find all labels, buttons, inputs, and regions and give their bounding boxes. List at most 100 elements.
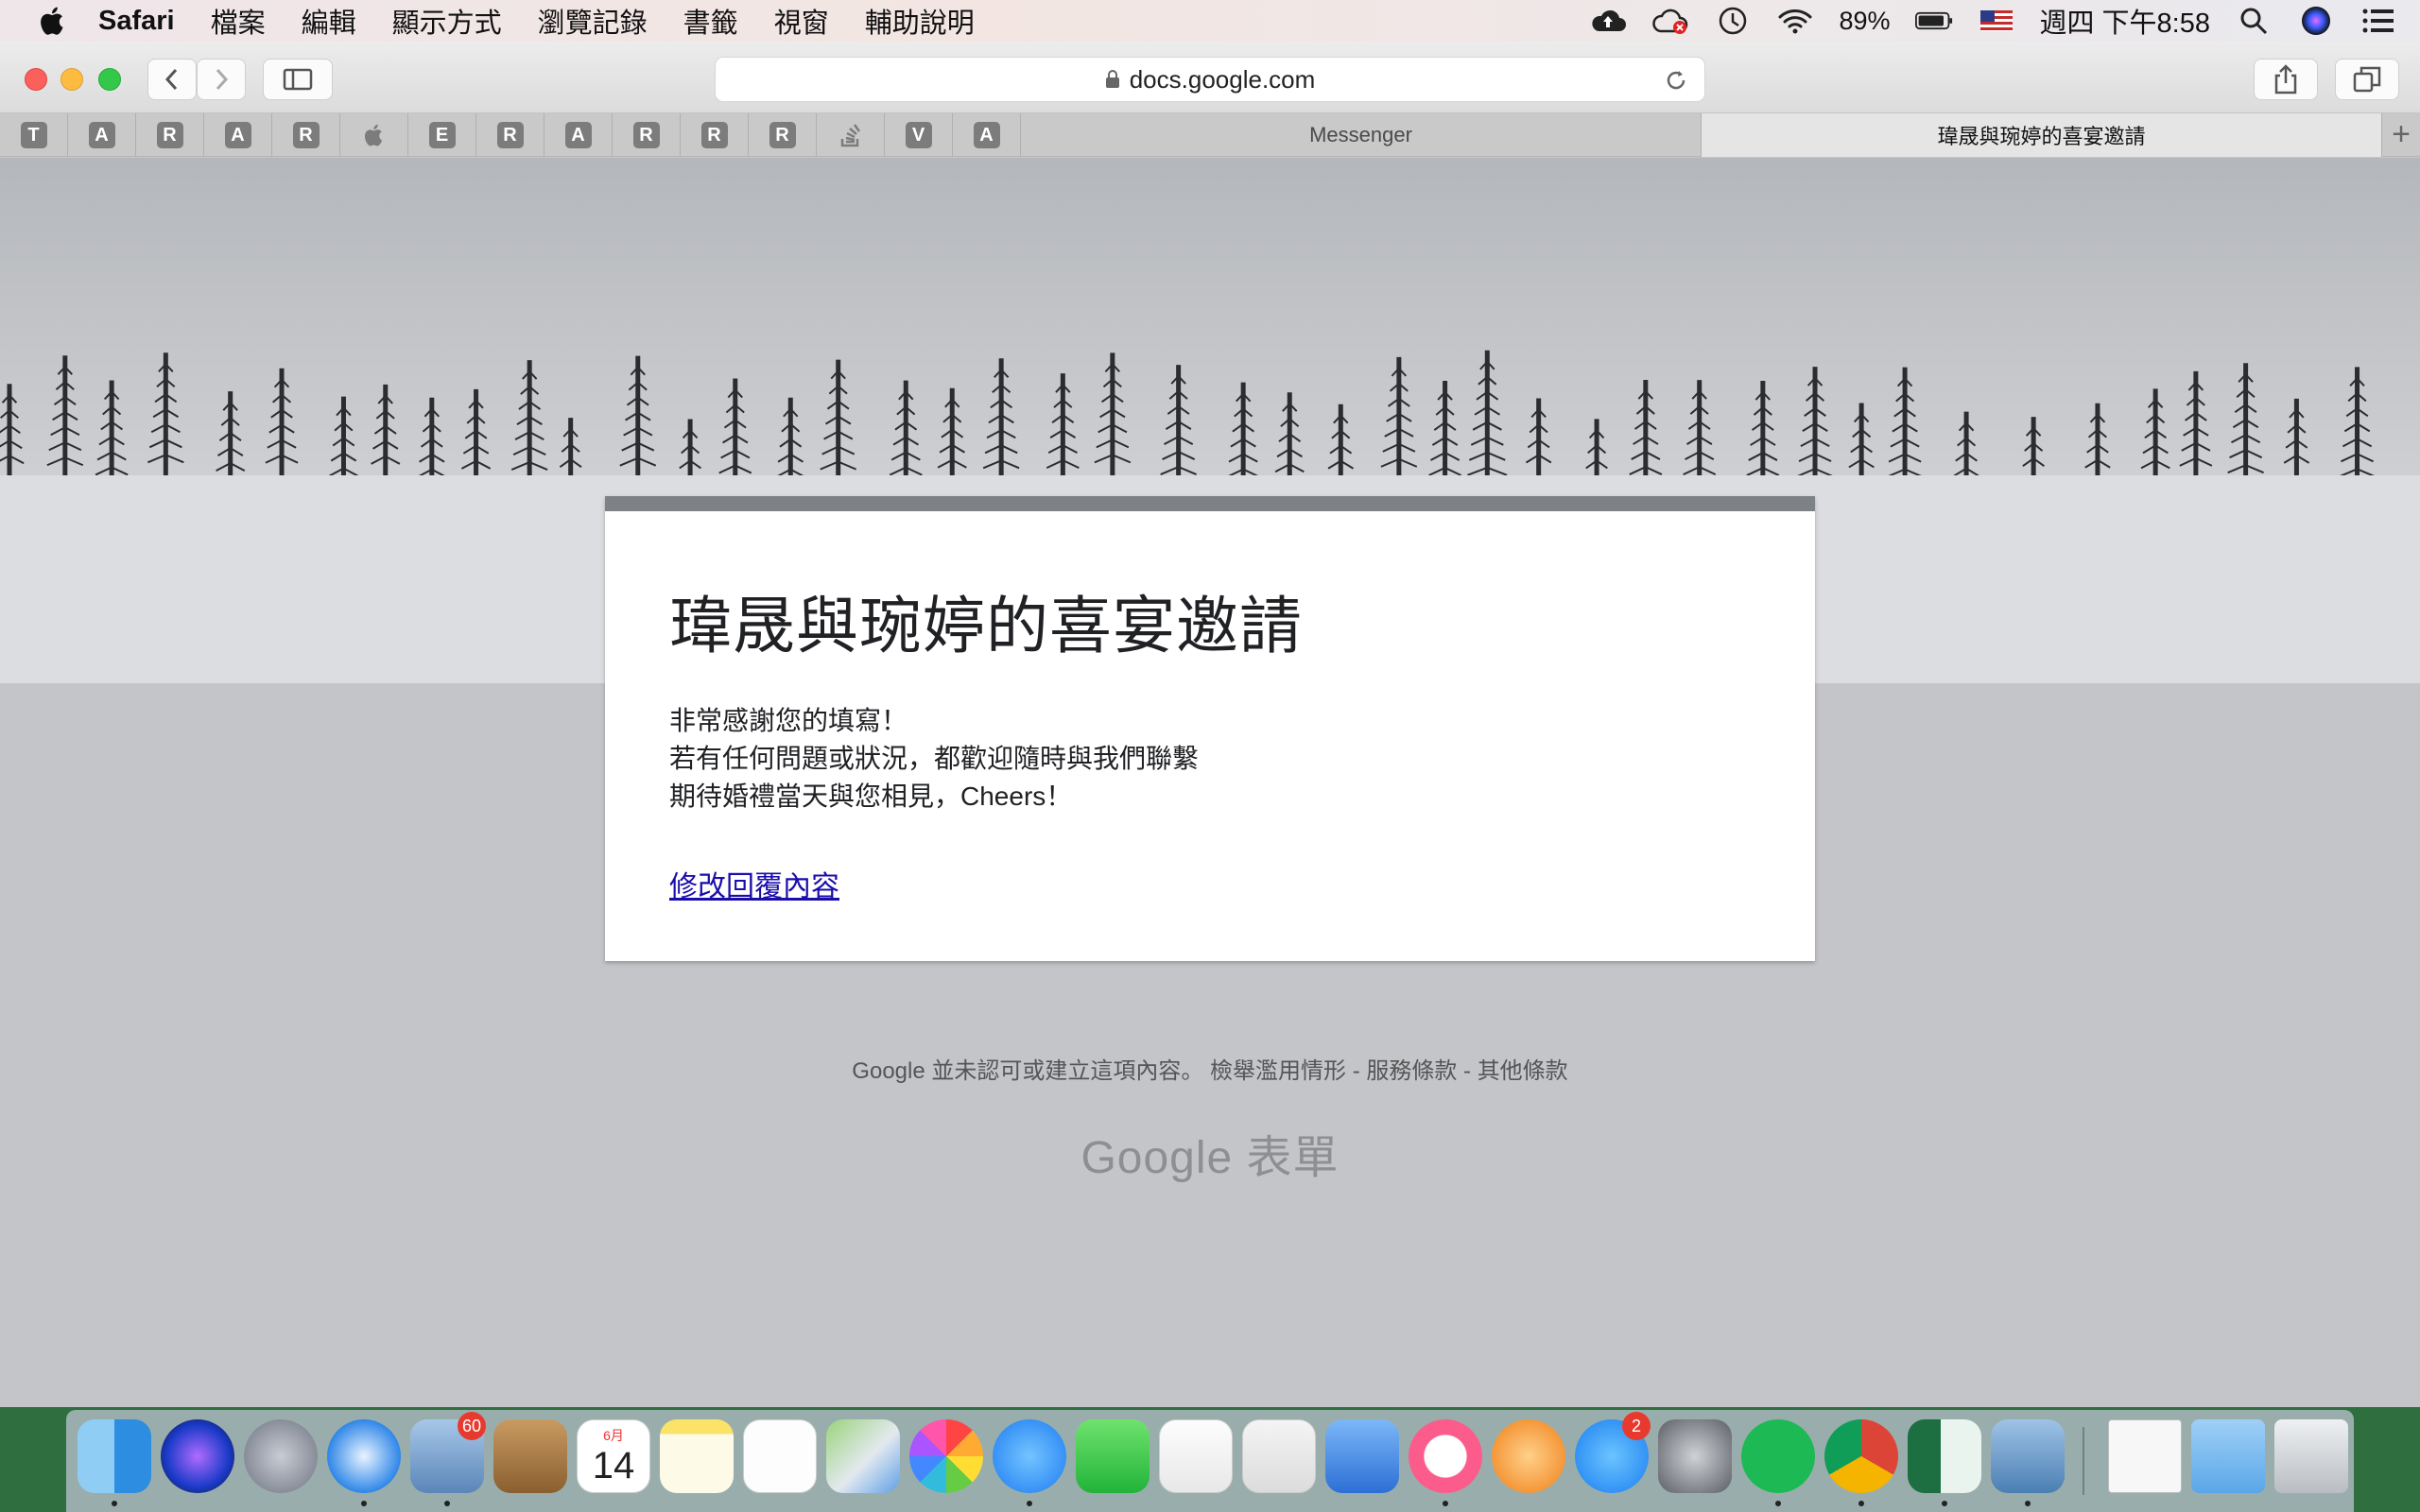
menu-edit[interactable]: 編輯 (302, 1, 356, 41)
pinned-tab[interactable] (817, 113, 885, 157)
new-tab-button[interactable]: + (2382, 113, 2420, 156)
pinned-tab[interactable]: R (613, 113, 681, 157)
safari-app-icon[interactable] (327, 1419, 401, 1493)
siri-icon[interactable] (2297, 4, 2335, 38)
system-preferences-icon[interactable] (1658, 1419, 1732, 1493)
message-line: 若有任何問題或狀況，都歡迎隨時與我們聯繫 (669, 744, 1200, 773)
pinned-tab[interactable]: R (681, 113, 749, 157)
pinned-tab[interactable]: R (476, 113, 544, 157)
pinned-tab-icon: R (156, 122, 183, 148)
report-abuse-link[interactable]: 檢舉濫用情形 (1210, 1058, 1346, 1084)
message-line: 期待婚禮當天與您相見，Cheers！ (669, 782, 1073, 811)
menu-app-name[interactable]: Safari (98, 6, 175, 37)
tab-overview-button[interactable] (2335, 59, 2399, 100)
running-indicator (2025, 1501, 2031, 1506)
pinned-tab[interactable]: T (0, 113, 68, 157)
txt-document-icon[interactable] (2108, 1419, 2182, 1493)
running-indicator (1027, 1501, 1032, 1506)
pinned-tab[interactable]: E (408, 113, 476, 157)
facetime-app-icon[interactable] (1076, 1419, 1150, 1493)
excel-app-icon[interactable] (1908, 1419, 1981, 1493)
chrome-app-icon[interactable] (1824, 1419, 1898, 1493)
window-fullscreen-button[interactable] (98, 68, 121, 91)
sidebar-toggle-button[interactable] (263, 59, 333, 100)
applications-folder-icon[interactable] (2191, 1419, 2265, 1493)
menubar: Safari 檔案 編輯 顯示方式 瀏覽記錄 書籤 視窗 輔助說明 89% 週四… (0, 0, 2420, 42)
preview-app-icon[interactable] (1991, 1419, 2065, 1493)
launchpad-icon[interactable] (244, 1419, 318, 1493)
pinned-tab[interactable]: A (68, 113, 136, 157)
calendar-day: 14 (592, 1445, 635, 1486)
keynote-app-icon[interactable] (1325, 1419, 1399, 1493)
running-indicator (1775, 1501, 1781, 1506)
time-machine-icon[interactable] (1714, 4, 1752, 38)
forward-button[interactable] (197, 59, 246, 100)
safari-toolbar: docs.google.com (0, 42, 2420, 113)
photos-app-icon[interactable] (909, 1419, 983, 1493)
pinned-tab[interactable]: A (544, 113, 613, 157)
pages-app-icon[interactable] (1159, 1419, 1233, 1493)
menubar-status-area: 89% 週四 下午8:58 (1589, 0, 2397, 42)
battery-icon[interactable] (1914, 4, 1953, 38)
notification-center-icon[interactable] (2360, 4, 2397, 38)
apple-menu-icon[interactable] (36, 4, 70, 38)
maps-app-icon[interactable] (826, 1419, 900, 1493)
itunes-app-icon[interactable] (1409, 1419, 1482, 1493)
notes-app-icon[interactable] (660, 1419, 734, 1493)
menu-help[interactable]: 輔助說明 (865, 1, 975, 41)
pinned-tab[interactable]: R (136, 113, 204, 157)
trash-icon[interactable] (2274, 1419, 2348, 1493)
spotlight-search-icon[interactable] (2235, 4, 2273, 38)
menu-window[interactable]: 視窗 (774, 1, 829, 41)
pinned-tab[interactable] (340, 113, 408, 157)
tab-title: 瑋晟與琬婷的喜宴邀請 (1937, 125, 2146, 148)
menu-history[interactable]: 瀏覽記錄 (538, 1, 648, 41)
ibooks-app-icon[interactable] (1492, 1419, 1565, 1493)
edit-response-link[interactable]: 修改回覆內容 (669, 863, 839, 904)
back-button[interactable] (147, 59, 197, 100)
terms-link[interactable]: 服務條款 (1366, 1058, 1457, 1084)
pinned-tab[interactable]: A (953, 113, 1021, 157)
window-minimize-button[interactable] (60, 68, 83, 91)
footer-separator: - (1457, 1058, 1478, 1084)
pinned-tab-icon: R (769, 122, 796, 148)
pinned-tab[interactable]: R (272, 113, 340, 157)
finder-icon[interactable] (78, 1419, 151, 1493)
siri-app-icon[interactable] (161, 1419, 234, 1493)
dock: 60 6月 14 2 (66, 1410, 2354, 1512)
messages-app-icon[interactable] (993, 1419, 1066, 1493)
google-forms-logo[interactable]: Google 表單 (0, 1120, 2420, 1186)
pinned-tab-icon: R (700, 122, 728, 148)
menu-bookmarks[interactable]: 書籤 (683, 1, 738, 41)
tab-messenger[interactable]: Messenger (1021, 113, 1702, 157)
app-store-update-badge: 2 (1622, 1412, 1651, 1440)
cloud-upload-icon[interactable] (1589, 4, 1627, 38)
running-indicator (112, 1501, 117, 1506)
spotify-app-icon[interactable] (1741, 1419, 1815, 1493)
other-terms-link[interactable]: 其他條款 (1478, 1058, 1568, 1084)
us-flag-input-icon[interactable] (1978, 4, 2015, 38)
reminders-app-icon[interactable] (743, 1419, 817, 1493)
chevron-right-icon (216, 68, 229, 91)
calendar-app-icon[interactable]: 6月 14 (577, 1419, 650, 1493)
sidebar-icon (283, 68, 313, 91)
address-bar[interactable]: docs.google.com (715, 57, 1705, 102)
tab-title: Messenger (1309, 123, 1412, 146)
pinned-tab[interactable]: A (204, 113, 272, 157)
pinned-tab[interactable]: V (885, 113, 953, 157)
creative-cloud-error-icon[interactable] (1651, 4, 1689, 38)
reload-icon[interactable] (1663, 67, 1689, 94)
form-footer: Google 並未認可或建立這項內容。 檢舉濫用情形 - 服務條款 - 其他條款 (0, 1052, 2420, 1085)
contacts-app-icon[interactable] (493, 1419, 567, 1493)
battery-percentage[interactable]: 89% (1839, 7, 1890, 36)
menu-file[interactable]: 檔案 (211, 1, 266, 41)
pinned-tab[interactable]: R (749, 113, 817, 157)
window-close-button[interactable] (25, 68, 47, 91)
pinned-tab-icon: V (905, 122, 932, 148)
wifi-icon[interactable] (1776, 4, 1814, 38)
menu-view[interactable]: 顯示方式 (392, 1, 502, 41)
tab-wedding-invitation[interactable]: 瑋晟與琬婷的喜宴邀請 (1702, 113, 2382, 157)
numbers-app-icon[interactable] (1242, 1419, 1316, 1493)
share-button[interactable] (2254, 59, 2318, 100)
menubar-clock[interactable]: 週四 下午8:58 (2040, 1, 2211, 41)
